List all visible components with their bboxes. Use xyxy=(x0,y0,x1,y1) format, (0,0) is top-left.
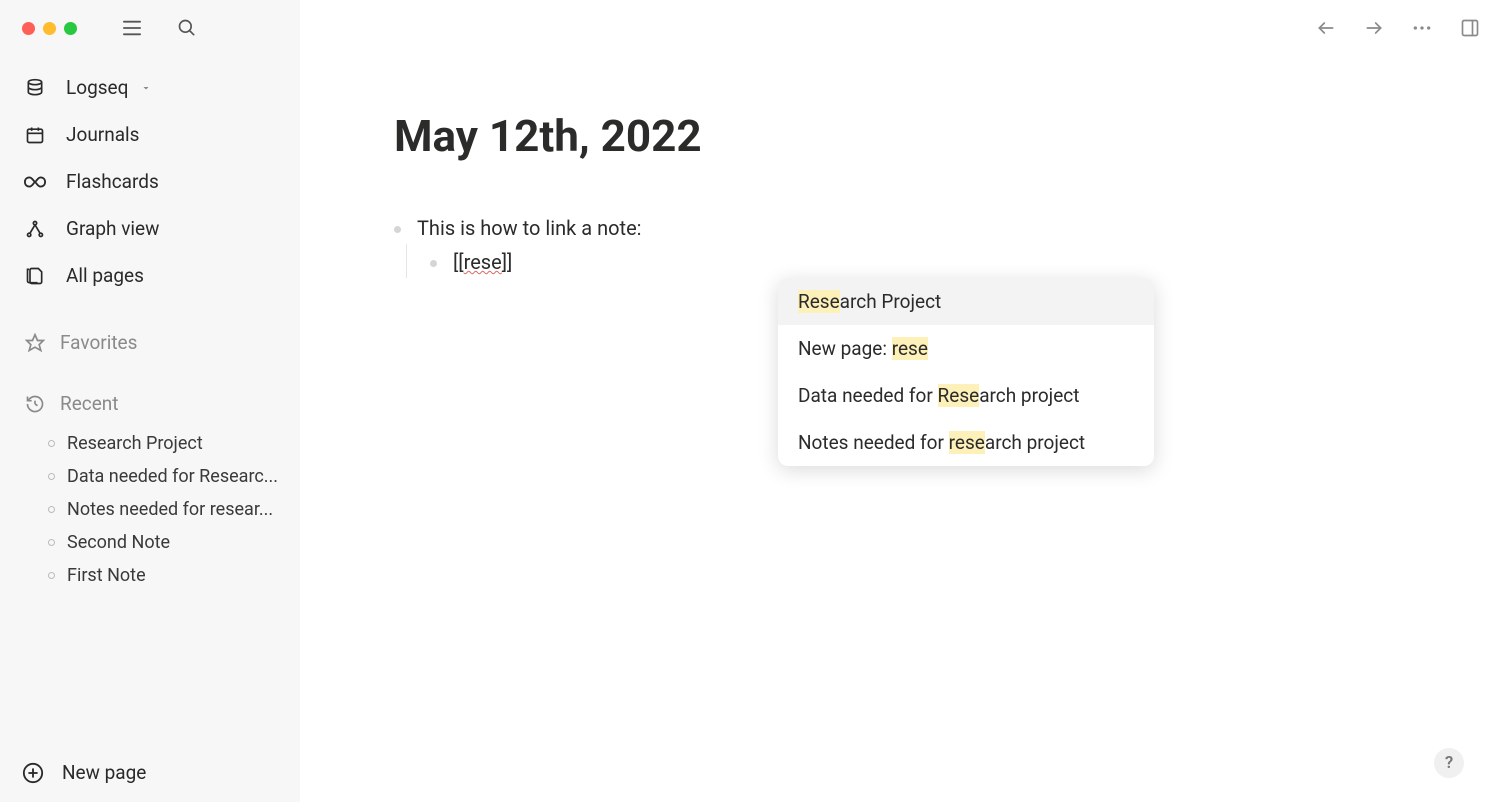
plus-circle-icon xyxy=(22,762,44,784)
graph-icon xyxy=(24,219,46,239)
section-label: Recent xyxy=(60,392,119,415)
bullet-icon[interactable] xyxy=(430,260,437,267)
block-text: [[rese]] xyxy=(453,250,512,274)
window-minimize-icon[interactable] xyxy=(43,22,56,35)
search-icon[interactable] xyxy=(177,18,197,38)
star-icon xyxy=(24,333,46,353)
recent-item-label: Research Project xyxy=(67,433,203,454)
pages-icon xyxy=(24,266,46,286)
recent-item[interactable]: Second Note xyxy=(36,526,286,559)
right-sidebar-toggle-icon[interactable] xyxy=(1460,18,1480,38)
autocomplete-item[interactable]: New page: rese xyxy=(778,325,1154,372)
autocomplete-item[interactable]: Data needed for Research project xyxy=(778,372,1154,419)
recent-item-label: Second Note xyxy=(67,532,170,553)
autocomplete-popup: Research Project New page: rese Data nee… xyxy=(778,278,1154,466)
workspace-name: Logseq xyxy=(66,76,128,99)
infinity-icon xyxy=(24,175,46,189)
sidebar-item-label: Journals xyxy=(66,123,140,146)
section-favorites[interactable]: Favorites xyxy=(0,319,300,366)
sidebar-item-flashcards[interactable]: Flashcards xyxy=(0,158,300,205)
recent-item[interactable]: First Note xyxy=(36,559,286,592)
history-icon xyxy=(24,394,46,414)
sidebar-item-label: Flashcards xyxy=(66,170,159,193)
new-page-label: New page xyxy=(62,761,146,784)
autocomplete-item[interactable]: Research Project xyxy=(778,278,1154,325)
autocomplete-item[interactable]: Notes needed for research project xyxy=(778,419,1154,466)
recent-item[interactable]: Data needed for Researc... xyxy=(36,460,286,493)
window-controls xyxy=(0,18,300,38)
database-icon xyxy=(24,78,46,98)
recent-item-label: Notes needed for resear... xyxy=(67,499,273,520)
new-page-button[interactable]: New page xyxy=(22,761,278,784)
recent-item-label: Data needed for Researc... xyxy=(67,466,278,487)
window-maximize-icon[interactable] xyxy=(64,22,77,35)
page-title[interactable]: May 12th, 2022 xyxy=(394,110,1440,162)
help-button[interactable]: ? xyxy=(1434,748,1464,778)
section-label: Favorites xyxy=(60,331,137,354)
sidebar: Logseq Journals Flashcards Graph view xyxy=(0,0,300,802)
help-label: ? xyxy=(1445,753,1453,773)
sidebar-item-graph[interactable]: Graph view xyxy=(0,205,300,252)
recent-item-label: First Note xyxy=(67,565,146,586)
sidebar-item-journals[interactable]: Journals xyxy=(0,111,300,158)
bullet-icon[interactable] xyxy=(394,226,401,233)
editor: May 12th, 2022 This is how to link a not… xyxy=(300,0,1500,802)
nav-forward-icon[interactable] xyxy=(1364,18,1384,38)
more-icon[interactable] xyxy=(1412,25,1432,31)
recent-item[interactable]: Notes needed for resear... xyxy=(36,493,286,526)
sidebar-item-allpages[interactable]: All pages xyxy=(0,252,300,299)
recent-item[interactable]: Research Project xyxy=(36,427,286,460)
workspace-switcher[interactable]: Logseq xyxy=(0,64,300,111)
window-close-icon[interactable] xyxy=(22,22,35,35)
calendar-icon xyxy=(24,125,46,145)
chevron-down-icon xyxy=(140,82,152,94)
nav-back-icon[interactable] xyxy=(1316,18,1336,38)
recent-list: Research Project Data needed for Researc… xyxy=(0,427,300,592)
block-text: This is how to link a note: xyxy=(417,216,642,240)
sidebar-item-label: All pages xyxy=(66,264,144,287)
block[interactable]: This is how to link a note: xyxy=(394,216,1440,240)
block[interactable]: [[rese]] xyxy=(430,250,1440,274)
section-recent[interactable]: Recent xyxy=(0,380,300,427)
toolbar-right xyxy=(1316,18,1480,38)
menu-icon[interactable] xyxy=(121,18,143,38)
sidebar-item-label: Graph view xyxy=(66,217,159,240)
